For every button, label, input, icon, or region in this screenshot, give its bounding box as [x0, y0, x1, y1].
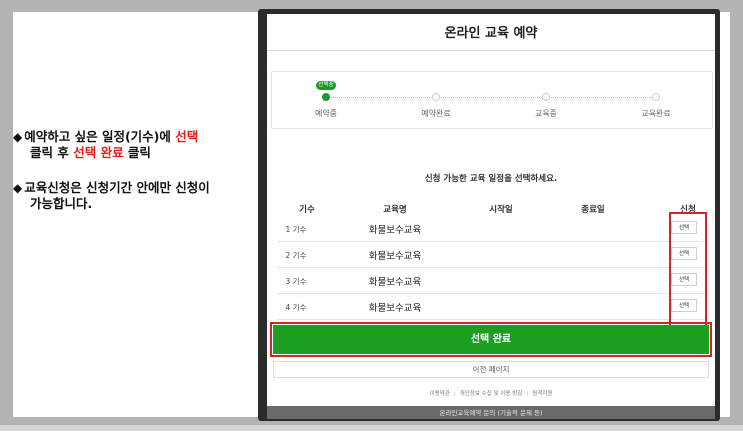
bullet2-line1: 교육신청은 신청기간 안에만 신청이	[24, 180, 210, 195]
bottom-strip	[0, 425, 743, 431]
instruction-bullet-2: ◆ 교육신청은 신청기간 안에만 신청이 가능합니다.	[13, 180, 210, 212]
schedule-instruction: 신청 가능한 교육 일정을 선택하세요.	[424, 174, 558, 184]
round-cell: 3 기수	[285, 277, 307, 286]
select-column-highlight	[669, 212, 707, 336]
bullet1-line2-a: 클릭 후	[30, 145, 74, 160]
course-cell: 화물보수교육	[368, 251, 422, 262]
previous-page-button[interactable]: 이전 페이지	[273, 361, 709, 378]
bullet2-line2: 가능합니다.	[30, 196, 93, 211]
complete-button-highlight	[270, 322, 712, 357]
table-row: 2 기수 화물보수교육 선택	[277, 241, 707, 268]
progress-stepper: 선택중 예약중 예약완료 교육중 교육완료	[271, 71, 713, 129]
bullet1-line2-c: 클릭	[123, 145, 151, 160]
bullet1-line2-complete: 선택 완료	[73, 145, 124, 160]
course-cell: 화물보수교육	[368, 225, 422, 236]
footer-link-remote-support[interactable]: 원격지원	[532, 391, 552, 397]
active-step-badge: 선택중	[316, 81, 336, 90]
step-label-3: 교육중	[534, 109, 558, 118]
footer-links: 이용약관 | 개인정보 수집 및 이용 방침 | 원격지원	[267, 389, 715, 397]
table-row: 4 기수 화물보수교육 선택	[277, 293, 707, 320]
step-dot-4	[652, 93, 660, 101]
table-row: 3 기수 화물보수교육 선택	[277, 267, 707, 294]
table-row: 1 기수 화물보수교육 선택	[277, 215, 707, 242]
diamond-bullet-icon: ◆	[13, 181, 23, 195]
footer-separator: |	[453, 391, 456, 397]
step-label-2: 예약완료	[421, 109, 451, 118]
stepper-track	[326, 97, 656, 98]
step-label-4: 교육완료	[641, 109, 671, 118]
header-end: 종료일	[581, 205, 605, 215]
footer-link-terms[interactable]: 이용약관	[430, 391, 450, 397]
footer-contact-bar: 온라인교육예약 문의 (기술적 문제 등)	[267, 406, 715, 419]
header-round: 기수	[299, 205, 315, 215]
course-cell: 화물보수교육	[368, 303, 422, 314]
header-course: 교육명	[383, 205, 407, 215]
page-title: 온라인 교육 예약	[444, 26, 538, 41]
title-divider	[267, 50, 715, 51]
step-dot-1	[322, 93, 330, 101]
footer-link-privacy[interactable]: 개인정보 수집 및 이용 방침	[460, 391, 523, 397]
step-dot-3	[542, 93, 550, 101]
step-label-1: 예약중	[314, 109, 338, 118]
step-dot-2	[432, 93, 440, 101]
course-cell: 화물보수교육	[368, 277, 422, 288]
header-start: 시작일	[489, 205, 513, 215]
instruction-bullet-1: ◆ 예약하고 싶은 일정(기수)에 선택 클릭 후 선택 완료 클릭	[13, 129, 198, 161]
footer-separator: |	[526, 391, 529, 397]
round-cell: 4 기수	[285, 303, 307, 312]
diamond-bullet-icon: ◆	[13, 130, 23, 144]
bullet1-text-a: 예약하고 싶은 일정(기수)에	[24, 129, 176, 144]
round-cell: 1 기수	[285, 225, 307, 234]
round-cell: 2 기수	[285, 251, 307, 260]
booking-screen: 온라인 교육 예약 선택중 예약중 예약완료 교육중 교육완료 신청 가능한 교…	[267, 14, 715, 419]
bullet1-text-select: 선택	[175, 129, 199, 144]
